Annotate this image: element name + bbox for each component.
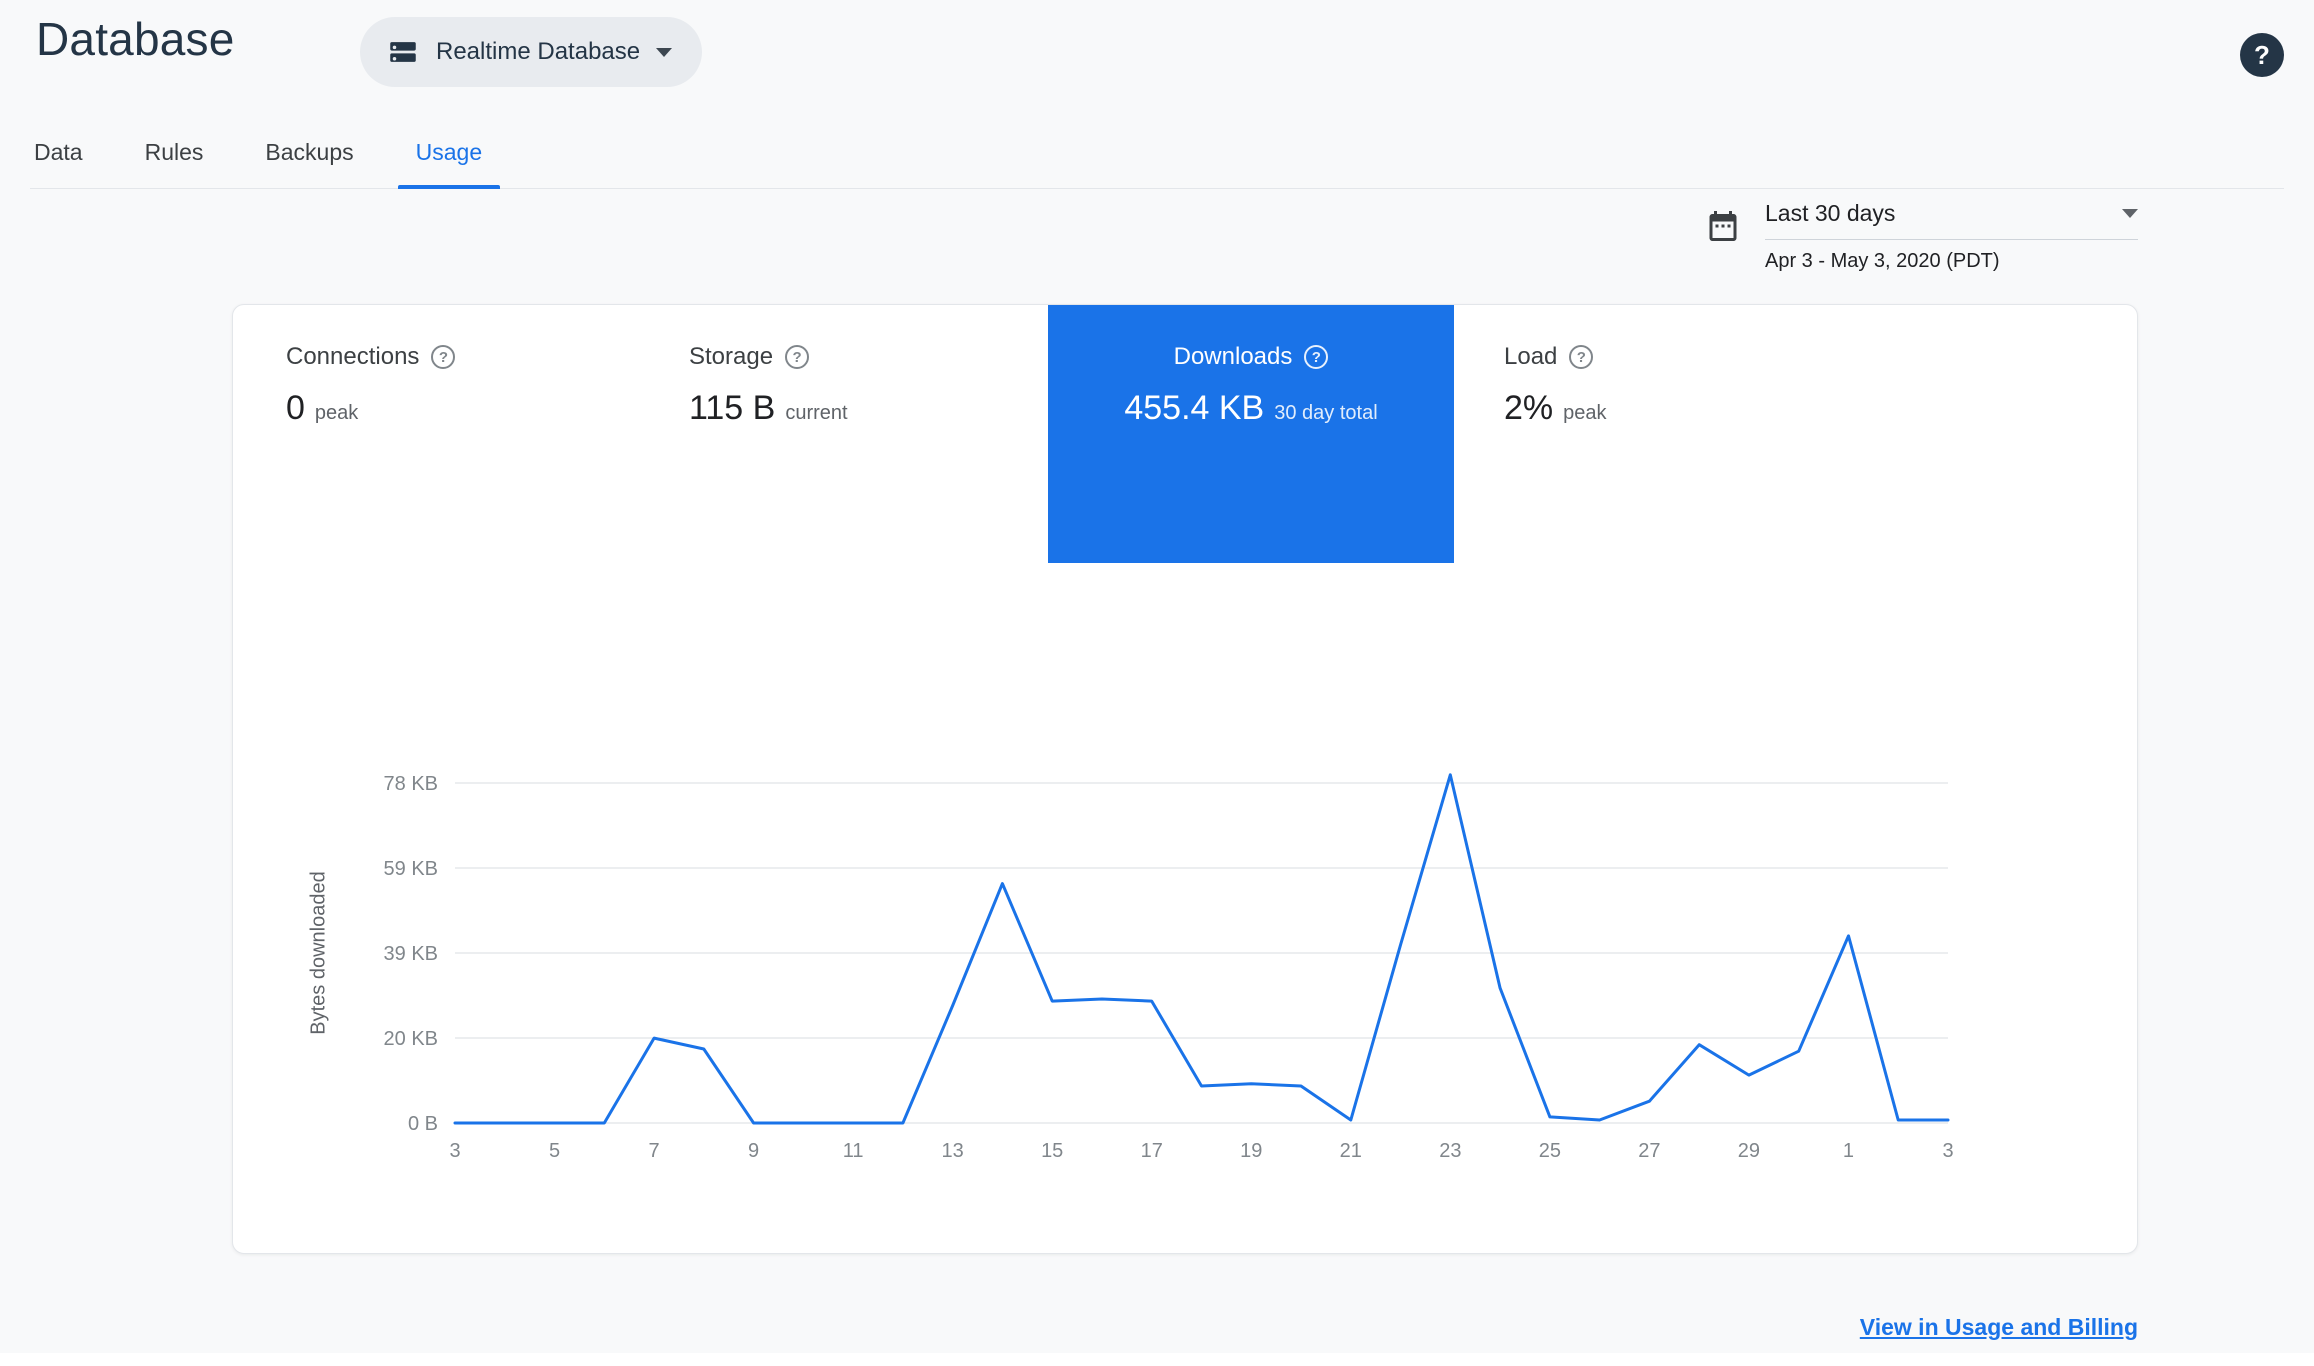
svg-text:13: 13 bbox=[942, 1140, 964, 1162]
metric-downloads-label: Downloads bbox=[1173, 343, 1293, 370]
help-circle-icon[interactable]: ? bbox=[785, 345, 810, 369]
metric-connections-label: Connections bbox=[286, 343, 420, 370]
date-range-dropdown[interactable]: Last 30 days bbox=[1765, 200, 2138, 240]
date-range-selector: Last 30 days Apr 3 - May 3, 2020 (PDT) bbox=[1705, 200, 2138, 273]
database-instance-selector[interactable]: Realtime Database bbox=[360, 17, 703, 87]
tab-usage[interactable]: Usage bbox=[392, 139, 506, 189]
help-circle-icon[interactable]: ? bbox=[431, 345, 456, 369]
chevron-down-icon bbox=[2122, 209, 2138, 218]
metric-storage-value: 115 B bbox=[689, 389, 776, 427]
svg-text:7: 7 bbox=[649, 1140, 660, 1162]
usage-card: Connections ? 0 peak Storage ? 115 B cur… bbox=[232, 304, 2138, 1254]
metric-load-value-row: 2% peak bbox=[1504, 389, 1607, 428]
tab-backups[interactable]: Backups bbox=[241, 139, 377, 188]
svg-text:15: 15 bbox=[1041, 1140, 1063, 1162]
svg-text:1: 1 bbox=[1843, 1140, 1854, 1162]
metric-load-unit: peak bbox=[1563, 402, 1607, 424]
metric-load-value: 2% bbox=[1504, 389, 1554, 427]
page-title: Database bbox=[36, 13, 235, 65]
svg-text:19: 19 bbox=[1240, 1140, 1262, 1162]
help-glyph: ? bbox=[438, 348, 448, 366]
metric-storage-label: Storage bbox=[689, 343, 774, 370]
calendar-icon bbox=[1709, 211, 1737, 241]
svg-text:17: 17 bbox=[1141, 1140, 1163, 1162]
database-icon bbox=[390, 42, 416, 62]
svg-text:3: 3 bbox=[1942, 1140, 1953, 1162]
svg-text:59 KB: 59 KB bbox=[384, 858, 438, 880]
help-glyph: ? bbox=[1576, 348, 1586, 366]
metric-storage-unit: current bbox=[785, 402, 848, 424]
usage-line-chart: 0 B20 KB39 KB59 KB78 KB3 5 7 9 11 13 15 17 19 21 2… bbox=[384, 773, 1954, 1162]
database-selector-label: Realtime Database bbox=[436, 38, 641, 65]
metric-connections-header: Connections ? bbox=[286, 343, 456, 371]
svg-text:0 B: 0 B bbox=[408, 1113, 438, 1135]
metric-downloads-value: 455.4 KB bbox=[1124, 389, 1265, 427]
svg-text:20 KB: 20 KB bbox=[384, 1028, 438, 1050]
help-circle-icon[interactable]: ? bbox=[1304, 345, 1329, 369]
help-glyph: ? bbox=[1311, 348, 1321, 366]
date-range-detail: Apr 3 - May 3, 2020 (PDT) bbox=[1765, 250, 2000, 272]
svg-text:3: 3 bbox=[449, 1140, 460, 1162]
date-range-label: Last 30 days bbox=[1765, 200, 1896, 226]
firebase-database-usage-page: Database Realtime Database ? Data Rules … bbox=[0, 0, 2314, 1366]
page-bottom-edge bbox=[0, 1353, 2314, 1366]
help-glyph: ? bbox=[792, 348, 802, 366]
metric-downloads-header: Downloads ? bbox=[1048, 343, 1454, 371]
metric-downloads-selected[interactable]: Downloads ? 455.4 KB 30 day total bbox=[1048, 305, 1454, 563]
svg-text:78 KB: 78 KB bbox=[384, 773, 438, 795]
date-range-dropdown-group: Last 30 days Apr 3 - May 3, 2020 (PDT) bbox=[1765, 200, 2138, 273]
svg-text:11: 11 bbox=[843, 1140, 864, 1162]
help-icon: ? bbox=[2254, 39, 2270, 70]
help-button[interactable]: ? bbox=[2240, 33, 2284, 77]
svg-text:21: 21 bbox=[1340, 1140, 1362, 1162]
svg-text:25: 25 bbox=[1539, 1140, 1561, 1162]
tab-data[interactable]: Data bbox=[34, 139, 107, 188]
view-usage-billing-link[interactable]: View in Usage and Billing bbox=[1860, 1314, 2138, 1341]
svg-text:27: 27 bbox=[1638, 1140, 1660, 1162]
chevron-down-icon bbox=[656, 47, 673, 57]
help-circle-icon[interactable]: ? bbox=[1569, 345, 1594, 369]
metric-storage-value-row: 115 B current bbox=[689, 389, 848, 428]
metric-connections-value: 0 bbox=[286, 389, 305, 427]
tab-rules[interactable]: Rules bbox=[121, 139, 228, 188]
svg-text:9: 9 bbox=[748, 1140, 759, 1162]
svg-text:23: 23 bbox=[1439, 1140, 1461, 1162]
svg-text:5: 5 bbox=[549, 1140, 560, 1162]
svg-text:39 KB: 39 KB bbox=[384, 943, 438, 965]
metric-connections-value-row: 0 peak bbox=[286, 389, 358, 428]
metric-load-header: Load ? bbox=[1504, 343, 1594, 371]
metric-storage-header: Storage ? bbox=[689, 343, 810, 371]
svg-text:29: 29 bbox=[1738, 1140, 1760, 1162]
metric-load-label: Load bbox=[1504, 343, 1558, 370]
metric-downloads-unit: 30 day total bbox=[1274, 402, 1378, 424]
metric-connections-unit: peak bbox=[314, 402, 359, 424]
metric-downloads-value-row: 455.4 KB 30 day total bbox=[1048, 389, 1454, 428]
tab-bar: Data Rules Backups Usage bbox=[30, 125, 2284, 189]
